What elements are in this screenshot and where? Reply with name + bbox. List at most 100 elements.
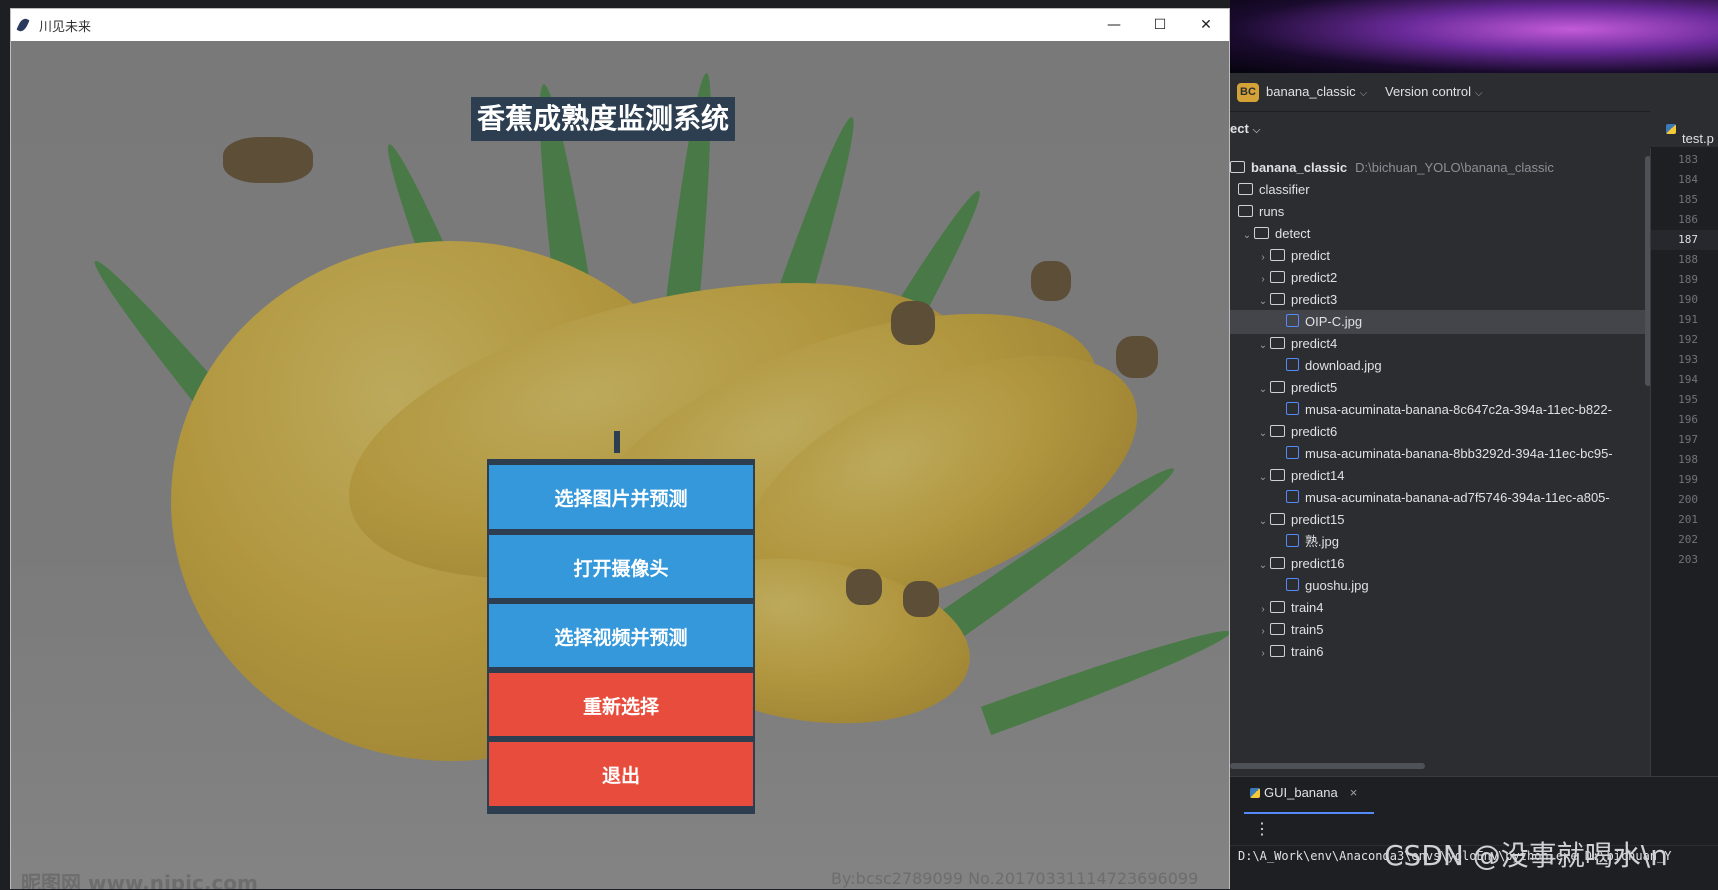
tree-folder-item[interactable]: › train4	[1230, 596, 1645, 620]
image-file-icon	[1286, 534, 1299, 547]
folder-icon	[1270, 601, 1285, 613]
project-badge: BC	[1237, 83, 1259, 102]
project-panel-title: ect	[1230, 121, 1249, 136]
editor-tab-test[interactable]: test.p	[1650, 111, 1718, 148]
select-image-predict-button[interactable]: 选择图片并预测	[489, 465, 753, 529]
line-number: 196	[1678, 413, 1698, 426]
line-number: 195	[1678, 393, 1698, 406]
tree-folder-item[interactable]: ⌄ predict4	[1230, 332, 1645, 356]
tree-folder-item[interactable]: ⌄ detect	[1230, 222, 1645, 246]
project-name: banana_classic	[1266, 84, 1356, 99]
chevron-right-icon[interactable]: ›	[1256, 642, 1270, 666]
window-titlebar[interactable]: 川见未来 — ☐ ✕	[11, 9, 1229, 41]
folder-icon	[1238, 205, 1253, 217]
tree-folder-item[interactable]: ⌄ predict6	[1230, 420, 1645, 444]
tree-file-item[interactable]: musa-acuminata-banana-8bb3292d-394a-11ec…	[1230, 442, 1645, 466]
tree-item-label: train4	[1291, 600, 1324, 615]
tree-folder-item[interactable]: ⌄ predict14	[1230, 464, 1645, 488]
close-button[interactable]: ✕	[1183, 9, 1229, 41]
tree-folder-item[interactable]: › train5	[1230, 618, 1645, 642]
vcs-selector[interactable]: Version control ⌵	[1385, 84, 1483, 99]
line-number: 185	[1678, 193, 1698, 206]
tree-folder-item[interactable]: runs	[1230, 200, 1645, 224]
editor-tab-label: test.p	[1682, 131, 1714, 146]
button-frame: 退出	[487, 736, 755, 814]
tree-item-label: download.jpg	[1305, 358, 1382, 373]
project-tree: banana_classic D:\bichuan_YOLO\banana_cla…	[1230, 156, 1645, 776]
minimize-button[interactable]: —	[1091, 9, 1137, 41]
line-number: 200	[1678, 493, 1698, 506]
tree-horizontal-scrollbar[interactable]	[1230, 763, 1425, 769]
tree-item-label: predict2	[1291, 270, 1338, 285]
chevron-down-icon: ⌵	[1359, 88, 1368, 99]
line-number: 190	[1678, 293, 1698, 306]
tree-item-label: predict14	[1291, 468, 1345, 483]
close-icon[interactable]: ×	[1350, 785, 1358, 800]
folder-icon	[1230, 161, 1245, 173]
line-number: 188	[1678, 253, 1698, 266]
line-number: 184	[1678, 173, 1698, 186]
folder-icon	[1270, 557, 1285, 569]
tree-item-label: classifier	[1259, 182, 1310, 197]
select-video-predict-button[interactable]: 选择视频并预测	[489, 604, 753, 668]
tree-folder-item[interactable]: classifier	[1230, 178, 1645, 202]
tree-item-label: musa-acuminata-banana-ad7f5746-394a-11ec…	[1305, 490, 1610, 505]
folder-icon	[1270, 425, 1285, 437]
tree-file-item[interactable]: 熟.jpg	[1230, 530, 1645, 554]
line-number: 186	[1678, 213, 1698, 226]
tree-item-label: musa-acuminata-banana-8c647c2a-394a-11ec…	[1305, 402, 1612, 417]
project-panel-header[interactable]: ect ⌵	[1230, 121, 1260, 136]
reselect-button[interactable]: 重新选择	[489, 673, 753, 737]
tree-folder-item[interactable]: ⌄ predict15	[1230, 508, 1645, 532]
ide-window: BC banana_classic ⌵ Version control ⌵ ect ⌵…	[1230, 73, 1718, 890]
app-title: 香蕉成熟度监测系统	[471, 97, 736, 141]
run-tab-gui-banana[interactable]: GUI_banana ×	[1250, 785, 1357, 800]
tree-folder-item[interactable]: › train6	[1230, 640, 1645, 664]
run-tab-label: GUI_banana	[1264, 785, 1338, 800]
tree-item-label: train5	[1291, 622, 1324, 637]
tree-folder-item[interactable]: ⌄ predict3	[1230, 288, 1645, 312]
tree-folder-item[interactable]: › predict	[1230, 244, 1645, 268]
line-number: 198	[1678, 453, 1698, 466]
tree-folder-item[interactable]: ⌄ predict5	[1230, 376, 1645, 400]
chevron-down-icon: ⌵	[1475, 88, 1483, 99]
maximize-button[interactable]: ☐	[1137, 9, 1183, 41]
line-number: 202	[1678, 533, 1698, 546]
desktop-wallpaper	[1230, 0, 1718, 73]
image-file-icon	[1286, 490, 1299, 503]
status-label	[614, 431, 620, 453]
line-number: 193	[1678, 353, 1698, 366]
tree-file-item[interactable]: musa-acuminata-banana-ad7f5746-394a-11ec…	[1230, 486, 1645, 510]
line-number: 194	[1678, 373, 1698, 386]
tree-folder-item[interactable]: banana_classic D:\bichuan_YOLO\banana_cla…	[1230, 156, 1645, 180]
tree-item-label: guoshu.jpg	[1305, 578, 1369, 593]
button-frame: 选择视频并预测	[487, 598, 755, 676]
tree-file-item[interactable]: musa-acuminata-banana-8c647c2a-394a-11ec…	[1230, 398, 1645, 422]
tree-item-label: runs	[1259, 204, 1285, 219]
line-number: 189	[1678, 273, 1698, 286]
python-file-icon	[1666, 124, 1676, 134]
tree-item-label: train6	[1291, 644, 1324, 659]
line-number: 203	[1678, 553, 1698, 566]
image-file-icon	[1286, 446, 1299, 459]
image-file-icon	[1286, 402, 1299, 415]
project-selector[interactable]: banana_classic ⌵	[1266, 84, 1367, 99]
tree-folder-item[interactable]: › predict2	[1230, 266, 1645, 290]
watermark-right: By:bcsc2789099 No.20170331114723696099	[831, 869, 1199, 888]
line-number: 201	[1678, 513, 1698, 526]
exit-button[interactable]: 退出	[489, 742, 753, 806]
more-options-icon[interactable]: ⋮	[1254, 819, 1270, 839]
tree-folder-item[interactable]: ⌄ predict16	[1230, 552, 1645, 576]
open-camera-button[interactable]: 打开摄像头	[489, 535, 753, 599]
tree-item-label: predict5	[1291, 380, 1338, 395]
tree-item-label: predict15	[1291, 512, 1345, 527]
tree-file-item[interactable]: download.jpg	[1230, 354, 1645, 378]
python-run-icon	[1250, 788, 1260, 798]
tree-file-item[interactable]: guoshu.jpg	[1230, 574, 1645, 598]
watermark-left: 昵图网 www.nipic.com	[21, 871, 258, 889]
tree-file-item[interactable]: OIP-C.jpg	[1230, 310, 1645, 334]
line-number: 191	[1678, 313, 1698, 326]
folder-icon	[1270, 381, 1285, 393]
chevron-down-icon: ⌵	[1252, 125, 1261, 136]
tree-item-label: predict6	[1291, 424, 1338, 439]
